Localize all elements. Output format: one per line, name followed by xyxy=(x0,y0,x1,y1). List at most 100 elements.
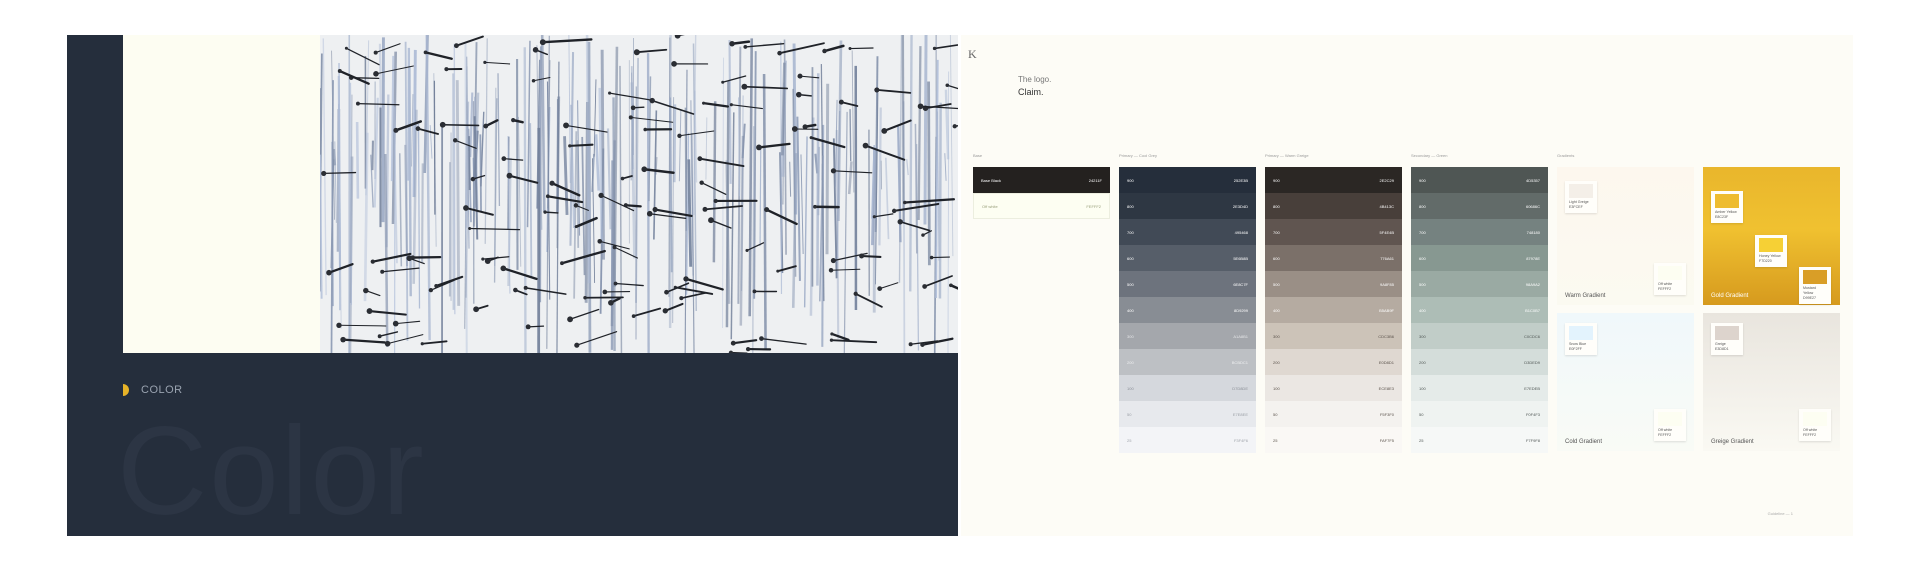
swatch-700[interactable]: 700 5F4E4B xyxy=(1265,219,1402,245)
swatch-50[interactable]: 50 E7E8EE xyxy=(1119,401,1256,427)
swatch-step: 800 xyxy=(1127,203,1134,209)
swatch-hex: 8D9299 xyxy=(1233,307,1248,313)
swatch-hex: F0F4F3 xyxy=(1525,411,1540,417)
swatch-hex: 9A8F85 xyxy=(1379,281,1394,287)
palette-warm-greige: 900 2E2C29 800 4B413C 700 5F4E4B 600 776A61 500 9… xyxy=(1265,167,1402,453)
swatch-step: 200 xyxy=(1419,359,1426,365)
swatch-hex: A1A8B1 xyxy=(1233,333,1248,339)
swatch-base-black[interactable]: Base Black 24211F xyxy=(973,167,1110,193)
swatch-100[interactable]: 100 D7D8DE xyxy=(1119,375,1256,401)
section-label: COLOR xyxy=(123,384,183,396)
swatch-step: 100 xyxy=(1419,385,1426,391)
swatch-hex: 4B413C xyxy=(1379,203,1394,209)
swatch-200[interactable]: 200 BCBDC1 xyxy=(1119,349,1256,375)
swatch-25[interactable]: 25 F7F9F8 xyxy=(1411,427,1548,453)
swatch-600[interactable]: 600 5E6B8B xyxy=(1119,245,1256,271)
swatch-off-white[interactable]: Off white FEFFF2 xyxy=(973,193,1110,219)
chip-name: Mustard Yellow xyxy=(1803,286,1816,295)
swatch-step: 500 xyxy=(1273,281,1280,287)
swatch-25[interactable]: 25 FAF7F5 xyxy=(1265,427,1402,453)
swatch-500[interactable]: 500 9A8F85 xyxy=(1265,271,1402,297)
chip-swatch xyxy=(1803,412,1827,426)
swatch-25[interactable]: 25 F3F4F6 xyxy=(1119,427,1256,453)
gradient-card-warm[interactable]: Light Greige E3FCEF Off white FEFFF2 War… xyxy=(1557,167,1694,305)
swatch-600[interactable]: 600 87978E xyxy=(1411,245,1548,271)
swatch-900[interactable]: 900 252E3B xyxy=(1119,167,1256,193)
swatch-500[interactable]: 500 6E8C7F xyxy=(1119,271,1256,297)
swatch-700[interactable]: 700 748180 xyxy=(1411,219,1548,245)
swatch-step: 700 xyxy=(1273,229,1280,235)
swatch-step: 100 xyxy=(1127,385,1134,391)
swatch-800[interactable]: 800 60686C xyxy=(1411,193,1548,219)
chip-hex: FEFFF2 xyxy=(1658,433,1672,437)
swatch-step: 900 xyxy=(1419,177,1426,183)
gradient-card-gold[interactable]: Amber Yellow E8C23F Honey Yellow F7D220 … xyxy=(1703,167,1840,305)
swatch-name: Base Black xyxy=(981,177,1002,183)
swatch-step: 50 xyxy=(1419,411,1424,417)
gradient-title: Cold Gradient xyxy=(1565,439,1603,445)
swatch-hex: B5AB9F xyxy=(1379,307,1394,313)
swatch-300[interactable]: 300 C0CDC6 xyxy=(1411,323,1548,349)
column-heading-green: Secondary — Green xyxy=(1411,153,1448,158)
swatch-hex: 5F4E4B xyxy=(1379,229,1394,235)
swatch-500[interactable]: 500 98A9A2 xyxy=(1411,271,1548,297)
logo-mark: K xyxy=(968,47,977,61)
swatch-200[interactable]: 200 D3DED9 xyxy=(1411,349,1548,375)
chip-off-white: Off white FEFFF2 xyxy=(1654,409,1686,441)
swatch-50[interactable]: 50 F0F4F3 xyxy=(1411,401,1548,427)
swatch-step: 50 xyxy=(1127,411,1132,417)
swatch-200[interactable]: 200 E0D8D1 xyxy=(1265,349,1402,375)
swatch-900[interactable]: 900 4D5357 xyxy=(1411,167,1548,193)
swatch-400[interactable]: 400 B1C0B7 xyxy=(1411,297,1548,323)
chip-hex: FEFFF2 xyxy=(1803,433,1817,437)
swatch-step: 600 xyxy=(1273,255,1280,261)
chip-hex: E3FCEF xyxy=(1569,205,1583,209)
gradient-card-cold[interactable]: Snow Blue E0F2FF Off white FEFFF2 Cold G… xyxy=(1557,313,1694,451)
accent-dot xyxy=(123,384,129,396)
swatch-step: 300 xyxy=(1127,333,1134,339)
swatch-400[interactable]: 400 8D9299 xyxy=(1119,297,1256,323)
swatch-hex: 2E2C29 xyxy=(1379,177,1394,183)
swatch-600[interactable]: 600 776A61 xyxy=(1265,245,1402,271)
chip-swatch xyxy=(1569,184,1593,198)
swatch-hex: E7EDEB xyxy=(1524,385,1540,391)
swatch-hex: E0D8D1 xyxy=(1378,359,1394,365)
chip-swatch xyxy=(1658,266,1682,280)
chip-swatch xyxy=(1803,270,1827,284)
chip-hex: F7D220 xyxy=(1759,259,1772,263)
swatch-300[interactable]: 300 CDC3B6 xyxy=(1265,323,1402,349)
swatch-800[interactable]: 800 4B413C xyxy=(1265,193,1402,219)
swatch-hex: 60686C xyxy=(1525,203,1540,209)
swatch-700[interactable]: 700 495468 xyxy=(1119,219,1256,245)
section-label-text: COLOR xyxy=(141,384,183,396)
swatch-step: 50 xyxy=(1273,411,1278,417)
color-palette-slide[interactable]: K The logo. Claim. Base Base Black 24211… xyxy=(961,35,1853,536)
swatch-hex: 2E3D4D xyxy=(1232,203,1248,209)
swatch-800[interactable]: 800 2E3D4D xyxy=(1119,193,1256,219)
swatch-hex: B1C0B7 xyxy=(1525,307,1540,313)
swatch-hex: ECE8E3 xyxy=(1378,385,1394,391)
logo-label: The logo. xyxy=(1018,75,1052,84)
swatch-100[interactable]: 100 E7EDEB xyxy=(1411,375,1548,401)
nails-photo xyxy=(320,35,958,353)
swatch-hex: FAF7F5 xyxy=(1379,437,1394,443)
swatch-hex: C0CDC6 xyxy=(1523,333,1540,339)
swatch-step: 700 xyxy=(1419,229,1426,235)
nails-photo-graphic xyxy=(320,35,958,353)
swatch-100[interactable]: 100 ECE8E3 xyxy=(1265,375,1402,401)
footer-text: Guideline — 1 xyxy=(1767,511,1793,516)
cover-slide[interactable]: COLOR Color xyxy=(67,35,958,536)
swatch-900[interactable]: 900 2E2C29 xyxy=(1265,167,1402,193)
swatch-300[interactable]: 300 A1A8B1 xyxy=(1119,323,1256,349)
swatch-50[interactable]: 50 F5F3F0 xyxy=(1265,401,1402,427)
swatch-400[interactable]: 400 B5AB9F xyxy=(1265,297,1402,323)
cream-panel xyxy=(123,35,320,353)
swatch-step: 800 xyxy=(1419,203,1426,209)
swatch-step: 900 xyxy=(1273,177,1280,183)
chip-greige: Greige E3D8D1 xyxy=(1711,323,1743,355)
gradient-card-greige[interactable]: Greige E3D8D1 Off white FEFFF2 Greige Gr… xyxy=(1703,313,1840,451)
column-heading-cool-grey: Primary — Cool Grey xyxy=(1119,153,1158,158)
swatch-hex: D7D8DE xyxy=(1232,385,1248,391)
swatch-step: 400 xyxy=(1127,307,1134,313)
chip-hex: FEFFF2 xyxy=(1658,287,1672,291)
